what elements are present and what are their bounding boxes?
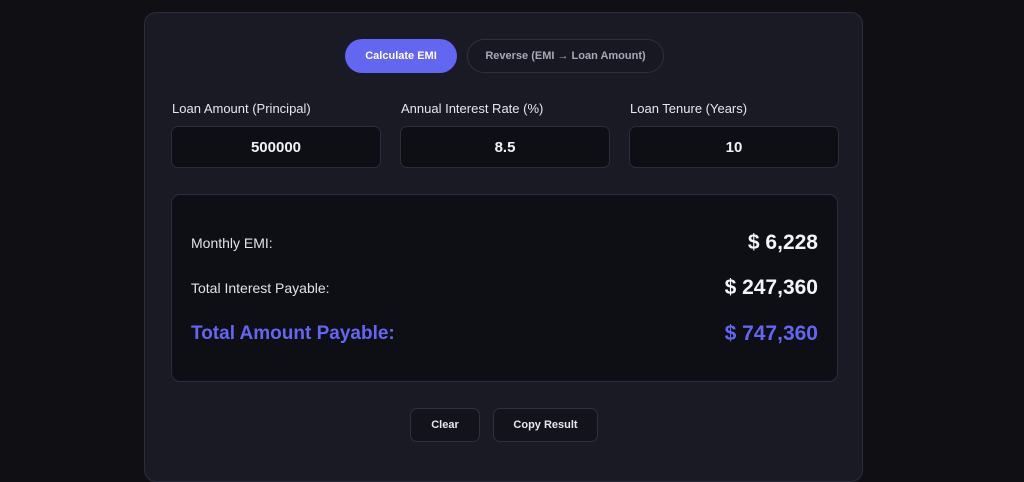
reverse-emi-tab[interactable]: Reverse (EMI → Loan Amount) [467, 39, 664, 73]
tenure-label: Loan Tenure (Years) [630, 101, 748, 116]
copy-result-button[interactable]: Copy Result [493, 408, 598, 442]
results-panel: Monthly EMI: $ 6,228 Total Interest Paya… [171, 194, 838, 382]
principal-field: Loan Amount (Principal) [171, 101, 381, 168]
monthly-emi-row: Monthly EMI: $ 6,228 [191, 228, 818, 258]
interest-rate-field: Annual Interest Rate (%) [400, 101, 610, 168]
total-amount-label: Total Amount Payable: [191, 323, 395, 344]
emi-calculator-card: Calculate EMI Reverse (EMI → Loan Amount… [144, 12, 863, 482]
tenure-field: Loan Tenure (Years) [629, 101, 839, 168]
monthly-emi-label: Monthly EMI: [191, 235, 273, 251]
mode-toggle: Calculate EMI Reverse (EMI → Loan Amount… [345, 39, 664, 73]
total-interest-label: Total Interest Payable: [191, 280, 330, 296]
total-interest-value: $ 247,360 [724, 276, 818, 299]
total-interest-row: Total Interest Payable: $ 247,360 [191, 273, 818, 303]
principal-label: Loan Amount (Principal) [172, 101, 311, 116]
action-buttons: Clear Copy Result [410, 408, 598, 442]
principal-input[interactable] [171, 126, 381, 168]
total-amount-value: $ 747,360 [724, 322, 818, 345]
clear-button[interactable]: Clear [410, 408, 480, 442]
interest-rate-input[interactable] [400, 126, 610, 168]
calculate-emi-tab[interactable]: Calculate EMI [345, 39, 457, 73]
total-amount-row: Total Amount Payable: $ 747,360 [191, 319, 818, 349]
interest-rate-label: Annual Interest Rate (%) [401, 101, 544, 116]
monthly-emi-value: $ 6,228 [747, 231, 818, 254]
tenure-input[interactable] [629, 126, 839, 168]
